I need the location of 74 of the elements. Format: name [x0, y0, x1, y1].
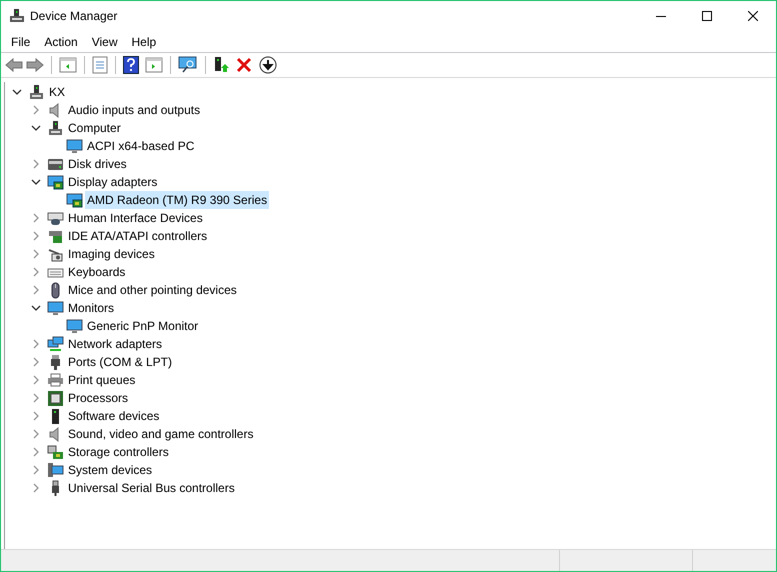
- chevron-right-icon[interactable]: [31, 375, 41, 385]
- chevron-right-icon[interactable]: [31, 465, 41, 475]
- down-arrow-circle-icon[interactable]: [259, 56, 277, 74]
- chevron-right-icon[interactable]: [31, 411, 41, 421]
- chevron-right-icon[interactable]: [31, 447, 41, 457]
- tree-item[interactable]: Keyboards: [66, 263, 128, 281]
- monitor-magnifier-icon[interactable]: [178, 56, 198, 74]
- tree-item[interactable]: Network adapters: [66, 335, 164, 353]
- chevron-right-icon[interactable]: [31, 159, 41, 169]
- computer-icon: [9, 8, 25, 24]
- console-tree-icon[interactable]: [59, 57, 77, 73]
- menu-item[interactable]: File: [4, 32, 38, 52]
- tree-item[interactable]: Display adapters: [66, 173, 160, 191]
- tree-item[interactable]: AMD Radeon (TM) R9 390 Series: [85, 191, 270, 209]
- update-driver-icon[interactable]: [213, 56, 229, 74]
- keyboard-mouse-icon: [47, 210, 64, 226]
- tree-item[interactable]: Storage controllers: [66, 443, 171, 461]
- chevron-right-icon[interactable]: [31, 483, 41, 493]
- chevron-right-icon[interactable]: [31, 213, 41, 223]
- forward-arrow-icon[interactable]: [26, 57, 44, 73]
- monitor-icon: [66, 138, 83, 154]
- back-arrow-icon[interactable]: [5, 57, 23, 73]
- chevron-right-icon[interactable]: [31, 339, 41, 349]
- system-icon: [47, 462, 64, 478]
- tree-item[interactable]: Universal Serial Bus controllers: [66, 479, 237, 497]
- tree-item[interactable]: Print queues: [66, 371, 138, 389]
- tree-item[interactable]: Computer: [66, 119, 123, 137]
- display-card-icon: [66, 192, 83, 208]
- computer-icon: [28, 84, 45, 100]
- tree-item[interactable]: Processors: [66, 389, 130, 407]
- tree-item[interactable]: Disk drives: [66, 155, 129, 173]
- printer-icon: [47, 372, 64, 388]
- chevron-right-icon[interactable]: [31, 357, 41, 367]
- tree-item[interactable]: Audio inputs and outputs: [66, 101, 202, 119]
- tree-item[interactable]: Sound, video and game controllers: [66, 425, 256, 443]
- tree-item[interactable]: ACPI x64-based PC: [85, 137, 196, 155]
- menu-item[interactable]: View: [84, 32, 124, 52]
- storage-card-icon: [47, 444, 64, 460]
- tree-item[interactable]: Software devices: [66, 407, 162, 425]
- tree-item[interactable]: Ports (COM & LPT): [66, 353, 174, 371]
- chevron-down-icon[interactable]: [12, 87, 22, 97]
- monitor-icon: [66, 318, 83, 334]
- tree-item[interactable]: Mice and other pointing devices: [66, 281, 239, 299]
- tree-item[interactable]: Monitors: [66, 299, 116, 317]
- tree-item[interactable]: KX: [47, 83, 68, 101]
- chevron-right-icon[interactable]: [31, 231, 41, 241]
- chevron-right-icon[interactable]: [31, 429, 41, 439]
- tree-item[interactable]: Generic PnP Monitor: [85, 317, 200, 335]
- uninstall-x-icon[interactable]: [236, 57, 252, 73]
- chevron-down-icon[interactable]: [31, 123, 41, 133]
- chevron-right-icon[interactable]: [31, 267, 41, 277]
- display-card-icon: [47, 174, 64, 190]
- tree-item[interactable]: IDE ATA/ATAPI controllers: [66, 227, 210, 245]
- chevron-down-icon[interactable]: [31, 177, 41, 187]
- chevron-right-icon[interactable]: [31, 393, 41, 403]
- chevron-right-icon[interactable]: [31, 105, 41, 115]
- menu-item[interactable]: Action: [37, 32, 85, 52]
- chevron-down-icon[interactable]: [31, 303, 41, 313]
- chevron-right-icon[interactable]: [31, 249, 41, 259]
- close-icon[interactable]: [748, 11, 758, 21]
- menu-item[interactable]: Help: [124, 32, 164, 52]
- network-icon: [47, 336, 64, 352]
- computer-icon: [47, 120, 64, 136]
- help-icon[interactable]: [123, 56, 139, 74]
- action-pane-icon[interactable]: [145, 57, 163, 73]
- tree-item[interactable]: Human Interface Devices: [66, 209, 205, 227]
- monitor-icon: [47, 300, 64, 316]
- properties-icon[interactable]: [92, 56, 108, 74]
- maximize-icon[interactable]: [702, 11, 712, 21]
- chip-icon: [47, 390, 64, 406]
- tree-item[interactable]: System devices: [66, 461, 154, 479]
- chevron-right-icon[interactable]: [31, 285, 41, 295]
- tree-item[interactable]: Imaging devices: [66, 245, 157, 263]
- window-title: Device Manager: [30, 8, 118, 25]
